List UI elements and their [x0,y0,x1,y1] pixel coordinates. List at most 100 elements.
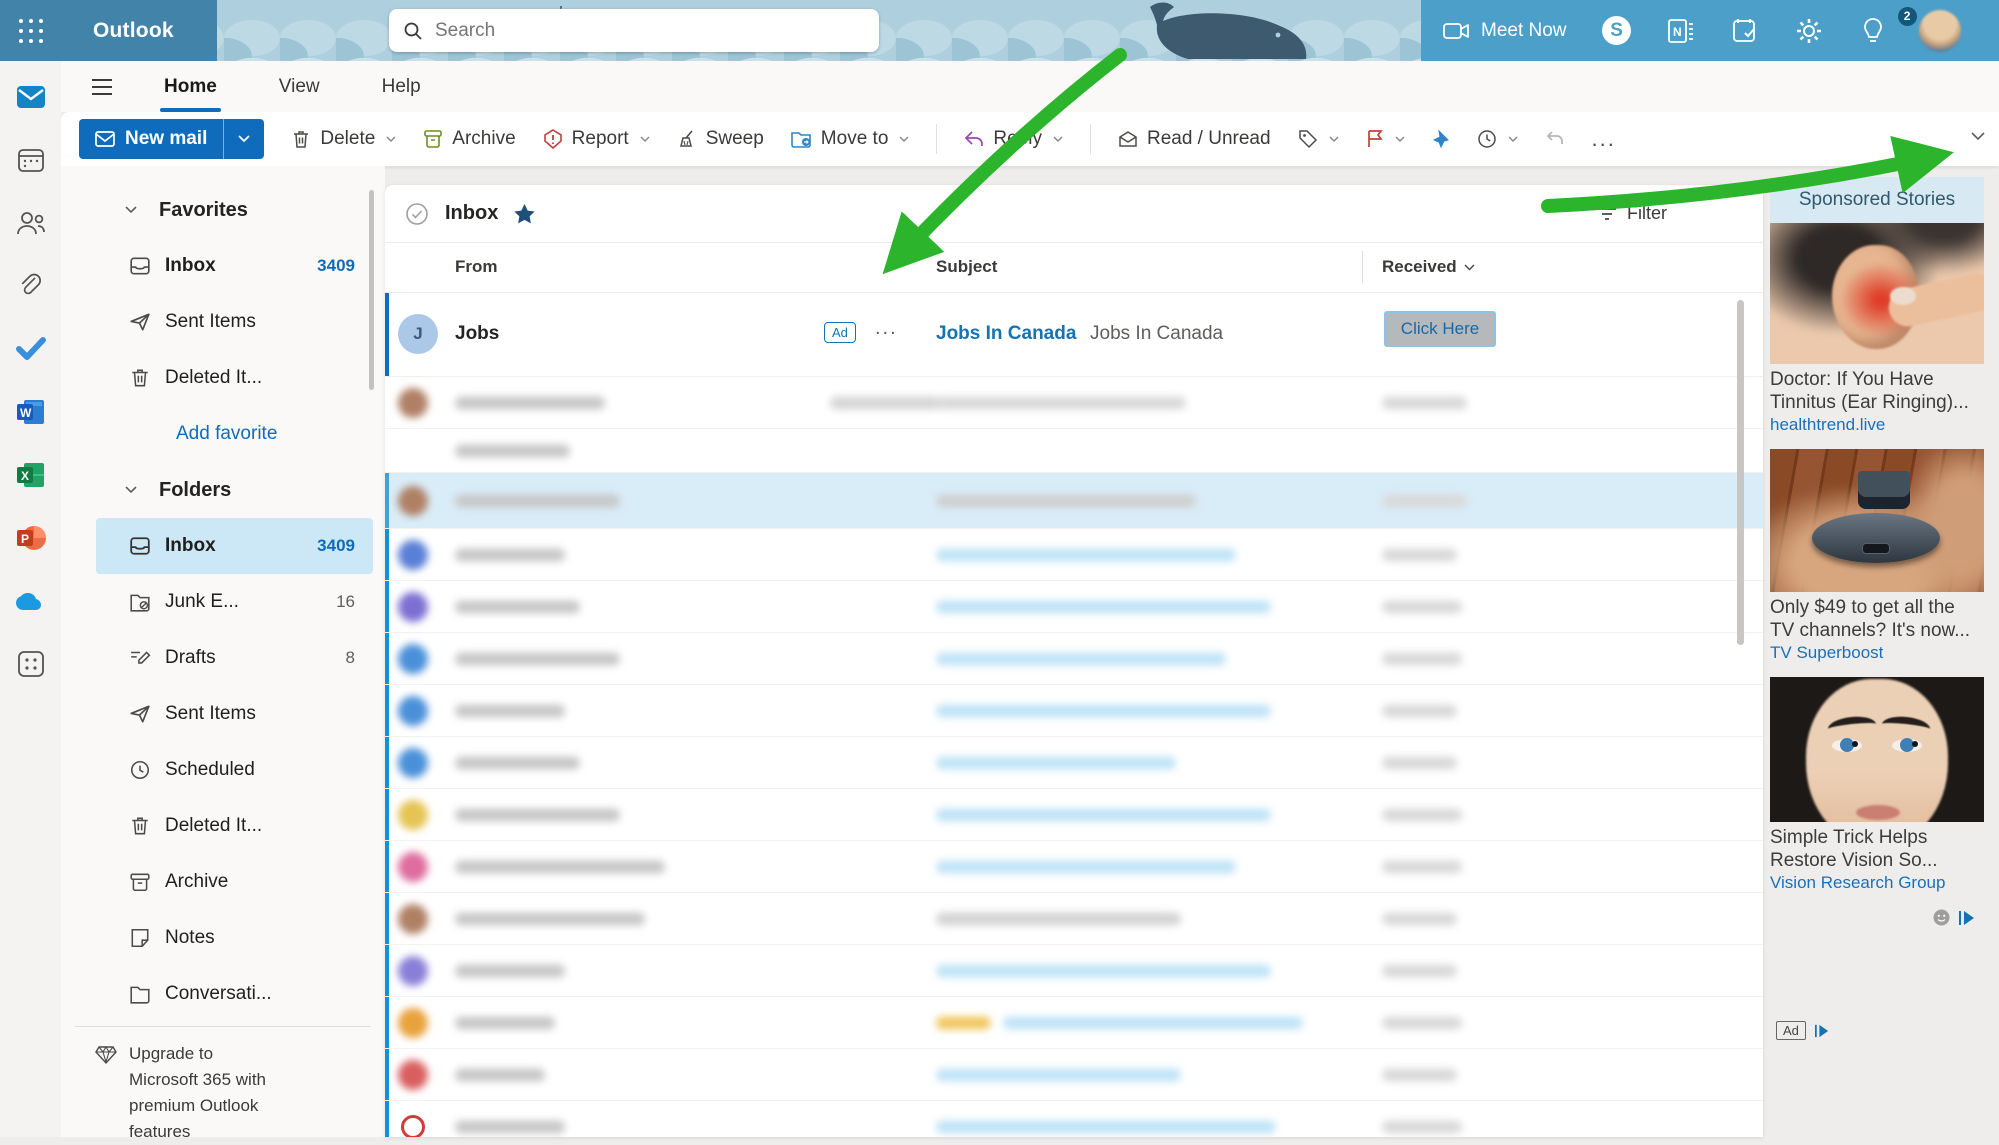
meet-now-button[interactable]: Meet Now [1443,20,1567,42]
column-subject[interactable]: Subject [936,257,997,277]
ad-more-button[interactable]: ... [875,317,898,340]
blurred-message-row[interactable] [385,633,1763,685]
column-from[interactable]: From [455,257,498,277]
search-box[interactable] [389,9,879,52]
reply-button[interactable]: Reply [964,128,1063,150]
ad-image-tv-device[interactable] [1770,449,1984,592]
folder-drafts[interactable]: Drafts 8 [96,630,373,686]
todo-tasks-button[interactable] [1713,17,1777,45]
archive-button[interactable]: Archive [423,128,515,150]
ad-title[interactable]: Simple Trick Helps Restore Vision So... [1770,826,1984,872]
ad-title[interactable]: Only $49 to get all the TV channels? It'… [1770,596,1984,642]
rail-apps-button[interactable] [11,644,51,684]
app-launcher-button[interactable] [0,0,61,61]
ad-source-link[interactable]: TV Superboost [1770,643,1984,663]
search-input[interactable] [433,19,865,43]
filter-button[interactable]: Filter [1597,185,1667,242]
blurred-message-row[interactable] [385,997,1763,1049]
onenote-button[interactable]: N [1649,17,1713,45]
report-button[interactable]: Report [543,128,650,150]
blurred-message-row[interactable] [385,737,1763,789]
rail-todo-button[interactable] [11,329,51,369]
rail-calendar-button[interactable] [11,140,51,180]
message-list-scrollbar[interactable] [1737,300,1744,645]
rail-attachments-button[interactable] [11,266,51,306]
settings-button[interactable] [1777,17,1841,45]
folder-pane-scrollbar[interactable] [369,190,374,390]
snooze-button[interactable] [1477,129,1518,149]
ad-source-link[interactable]: Vision Research Group [1770,873,1984,893]
undo-button[interactable] [1545,130,1565,148]
blurred-message-row[interactable] [385,945,1763,997]
ad-subject-link[interactable]: Jobs In Canada [936,323,1076,345]
collapse-ribbon-button[interactable] [1971,132,1985,141]
blurred-message-row[interactable] [385,789,1763,841]
ad-label-box[interactable]: Ad [1776,1021,1830,1040]
upgrade-promo[interactable]: Upgrade to Microsoft 365 with premium Ou… [95,1041,385,1145]
rail-people-button[interactable] [11,203,51,243]
adchoices-icon[interactable] [1958,910,1976,926]
rail-mail-button[interactable] [11,77,51,117]
folder-conversation-history[interactable]: Conversati... [96,966,373,1022]
blurred-message-row[interactable] [385,429,1763,473]
sweep-button[interactable]: Sweep [677,128,764,150]
blurred-message-row[interactable] [385,685,1763,737]
rail-excel-button[interactable]: X [11,455,51,495]
hamburger-menu-button[interactable] [90,77,114,97]
favorites-section-header[interactable]: Favorites [61,182,385,238]
search-icon [403,21,423,41]
read-unread-button[interactable]: Read / Unread [1118,128,1271,150]
sponsored-ad-row[interactable]: J Jobs Ad ... Jobs In Canada Jobs In Can… [385,293,1763,377]
rail-word-button[interactable]: W [11,392,51,432]
tips-button[interactable]: 2 [1841,17,1905,45]
categorize-button[interactable] [1298,129,1339,149]
blurred-message-row[interactable] [385,893,1763,945]
tab-home[interactable]: Home [162,72,219,102]
move-to-button[interactable]: Move to [791,128,910,150]
chevron-down-icon [386,136,396,143]
folders-section-header[interactable]: Folders [61,462,385,518]
blurred-message-row[interactable] [385,1049,1763,1101]
folder-deleted-items[interactable]: Deleted It... [96,798,373,854]
blurred-message-row[interactable] [385,529,1763,581]
ad-image-tinnitus[interactable] [1770,223,1984,364]
tab-view[interactable]: View [277,72,322,102]
folder-notes[interactable]: Notes [96,910,373,966]
favorite-inbox[interactable]: Inbox 3409 [96,238,373,294]
ad-image-face[interactable] [1770,677,1984,822]
select-all-checkbox[interactable] [405,202,429,226]
favorite-deleted-items[interactable]: Deleted It... [96,350,373,406]
toolbar-more-button[interactable]: ... [1592,126,1616,152]
tab-help[interactable]: Help [380,72,423,102]
ad-feedback-icon[interactable] [1933,909,1950,926]
blurred-message-row[interactable] [385,1101,1763,1137]
blurred-message-row[interactable] [385,841,1763,893]
folder-archive[interactable]: Archive [96,854,373,910]
skype-button[interactable]: S [1585,16,1649,45]
folder-junk-email[interactable]: Junk E... 16 [96,574,373,630]
rail-powerpoint-button[interactable]: P [11,518,51,558]
folder-sent-items[interactable]: Sent Items [96,686,373,742]
flag-button[interactable] [1366,129,1405,149]
folder-scheduled[interactable]: Scheduled [96,742,373,798]
folder-inbox[interactable]: Inbox 3409 [96,518,373,574]
column-received[interactable]: Received [1382,257,1475,277]
favorite-sent-items[interactable]: Sent Items [96,294,373,350]
blurred-message-row[interactable] [385,473,1763,529]
rail-onedrive-button[interactable] [11,581,51,621]
favorite-star-icon[interactable] [514,204,535,224]
folder-label: Scheduled [165,759,255,781]
clock-icon [129,759,151,781]
pin-button[interactable] [1432,129,1450,149]
blurred-message-row[interactable] [385,377,1763,429]
blurred-message-row[interactable] [385,581,1763,633]
ad-title[interactable]: Doctor: If You Have Tinnitus (Ear Ringin… [1770,368,1984,414]
delete-button[interactable]: Delete [291,128,396,150]
ad-source-link[interactable]: healthtrend.live [1770,415,1984,435]
new-mail-dropdown[interactable] [223,119,264,159]
ad-cta-button[interactable]: Click Here [1384,311,1496,347]
new-mail-button[interactable]: New mail [79,119,264,159]
add-favorite-link[interactable]: Add favorite [61,406,385,462]
account-avatar[interactable] [1919,10,1961,52]
trash-icon [291,129,311,149]
